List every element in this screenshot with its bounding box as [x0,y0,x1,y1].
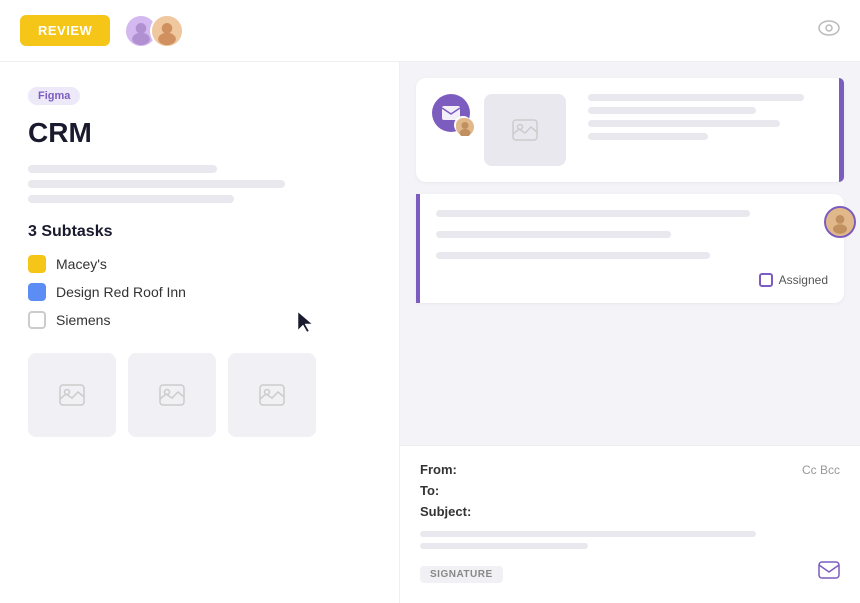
content-line [436,231,671,238]
thumbnail-1[interactable] [28,353,116,437]
figma-badge: Figma [28,87,80,105]
main-layout: Figma CRM 3 Subtasks Macey's Design Red … [0,62,860,603]
sub-avatar-1 [454,116,472,134]
list-item: Macey's [28,255,371,273]
subtask-checkbox-maceys[interactable] [28,255,46,273]
email-cards: Assigned [400,62,860,445]
subject-label: Subject: [420,504,471,519]
topbar: REVIEW [0,0,860,62]
card2-avatar [824,206,856,238]
left-panel: Figma CRM 3 Subtasks Macey's Design Red … [0,62,400,603]
subtask-list: Macey's Design Red Roof Inn Siemens [28,255,371,329]
compose-body-lines [420,531,840,549]
email-card-2[interactable]: Assigned [416,194,844,303]
compose-area: From: Cc Bcc To: Subject: SIGNATURE [400,445,860,603]
thumbnails [28,353,371,437]
compose-footer: SIGNATURE [420,561,840,587]
review-button[interactable]: REVIEW [20,15,110,46]
list-item: Design Red Roof Inn [28,283,371,301]
content-line [436,252,710,259]
content-line [588,120,780,127]
to-field: To: [420,483,840,498]
from-field: From: Cc Bcc [420,462,840,477]
avatar-2 [150,14,184,48]
subtasks-header: 3 Subtasks [28,223,371,241]
content-line [588,107,756,114]
compose-line-1 [420,531,756,537]
project-title: CRM [28,117,371,149]
cc-bcc-label: Cc Bcc [802,463,840,477]
subtask-checkbox-redroof[interactable] [28,283,46,301]
email-card-2-inner: Assigned [436,210,828,287]
signature-badge: SIGNATURE [420,566,503,583]
list-item: Siemens [28,311,371,329]
email-content-1 [580,94,828,146]
assigned-checkbox[interactable] [759,273,773,287]
to-label: To: [420,483,470,498]
desc-line-1 [28,165,217,173]
subject-field: Subject: [420,504,840,519]
content-line [588,94,804,101]
email-image-1 [484,94,566,166]
content-line [436,210,750,217]
from-label: From: [420,462,470,477]
description-lines [28,165,371,203]
subtask-label-siemens: Siemens [56,312,110,328]
card-accent-1 [839,78,844,182]
desc-line-2 [28,180,285,188]
eye-icon[interactable] [818,20,840,41]
desc-line-3 [28,195,234,203]
compose-line-2 [420,543,588,549]
subtask-label-redroof: Design Red Roof Inn [56,284,186,300]
content-line [588,133,708,140]
right-panel: Assigned From: Cc Bcc To: [400,62,860,603]
avatars [124,14,184,48]
thumbnail-3[interactable] [228,353,316,437]
thumbnail-2[interactable] [128,353,216,437]
email-card-1[interactable] [416,78,844,182]
subtask-checkbox-siemens[interactable] [28,311,46,329]
assigned-row: Assigned [436,273,828,287]
send-email-icon[interactable] [818,561,840,587]
topbar-left: REVIEW [20,14,184,48]
email-avatar-wrap-1 [432,94,470,132]
subtask-label-maceys: Macey's [56,256,107,272]
assigned-label: Assigned [779,273,828,287]
